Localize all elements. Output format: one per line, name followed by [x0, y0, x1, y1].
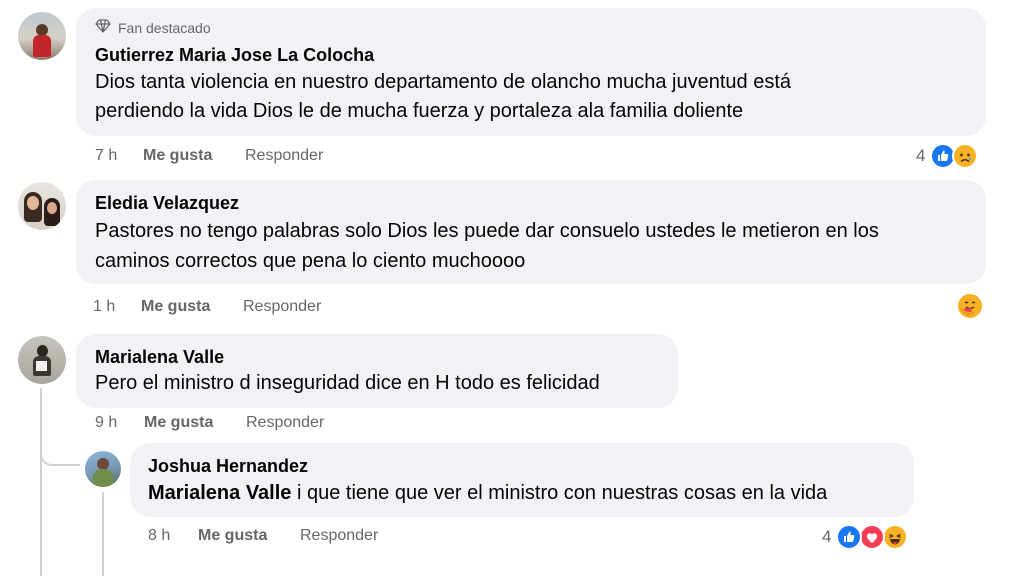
- comment-text-line: Dios tanta violencia en nuestro departam…: [95, 71, 792, 93]
- reaction-count[interactable]: 4: [916, 146, 925, 166]
- avatar[interactable]: [18, 182, 66, 230]
- comment-author[interactable]: Gutierrez Maria Jose La Colocha: [95, 45, 374, 66]
- sad-icon: [952, 143, 978, 169]
- comment-time[interactable]: 9 h: [95, 414, 117, 432]
- reaction-count[interactable]: 4: [822, 527, 831, 547]
- comment-time[interactable]: 7 h: [95, 147, 117, 165]
- reply-button[interactable]: Responder: [300, 527, 378, 545]
- mention-link[interactable]: Marialena Valle: [148, 482, 291, 504]
- reply-text: Marialena Valle i que tiene que ver el m…: [148, 479, 827, 508]
- care-icon[interactable]: [956, 292, 984, 320]
- love-icon: [859, 524, 885, 550]
- top-fan-badge: Fan destacado: [118, 20, 211, 36]
- comment-author[interactable]: Eledia Velazquez: [95, 193, 239, 214]
- avatar[interactable]: [85, 451, 121, 487]
- avatar[interactable]: [18, 336, 66, 384]
- like-button[interactable]: Me gusta: [198, 527, 267, 545]
- like-button[interactable]: Me gusta: [144, 414, 213, 432]
- comment-author[interactable]: Marialena Valle: [95, 347, 224, 368]
- comment-text: Pero el ministro d inseguridad dice en H…: [95, 372, 600, 394]
- diamond-icon: [95, 19, 111, 38]
- thread-line: [40, 388, 42, 576]
- avatar[interactable]: [18, 12, 66, 60]
- comment-text-line: Pastores no tengo palabras solo Dios les…: [95, 220, 879, 242]
- reply-button[interactable]: Responder: [243, 298, 321, 316]
- reply-author[interactable]: Joshua Hernandez: [148, 456, 308, 477]
- like-button[interactable]: Me gusta: [141, 298, 210, 316]
- thread-line-reply: [102, 492, 104, 576]
- comment-text-line: perdiendo la vida Dios le de mucha fuerz…: [95, 100, 744, 122]
- like-button[interactable]: Me gusta: [143, 147, 212, 165]
- comment-time[interactable]: 1 h: [93, 298, 115, 316]
- comment-time[interactable]: 8 h: [148, 527, 170, 545]
- haha-icon: [882, 524, 908, 550]
- thread-branch: [40, 440, 80, 466]
- reply-text-body: i que tiene que ver el ministro con nues…: [291, 482, 828, 504]
- reply-button[interactable]: Responder: [245, 147, 323, 165]
- comment-text-line: caminos correctos que pena lo ciento muc…: [95, 250, 526, 272]
- reply-button[interactable]: Responder: [246, 414, 324, 432]
- like-icon: [836, 524, 862, 550]
